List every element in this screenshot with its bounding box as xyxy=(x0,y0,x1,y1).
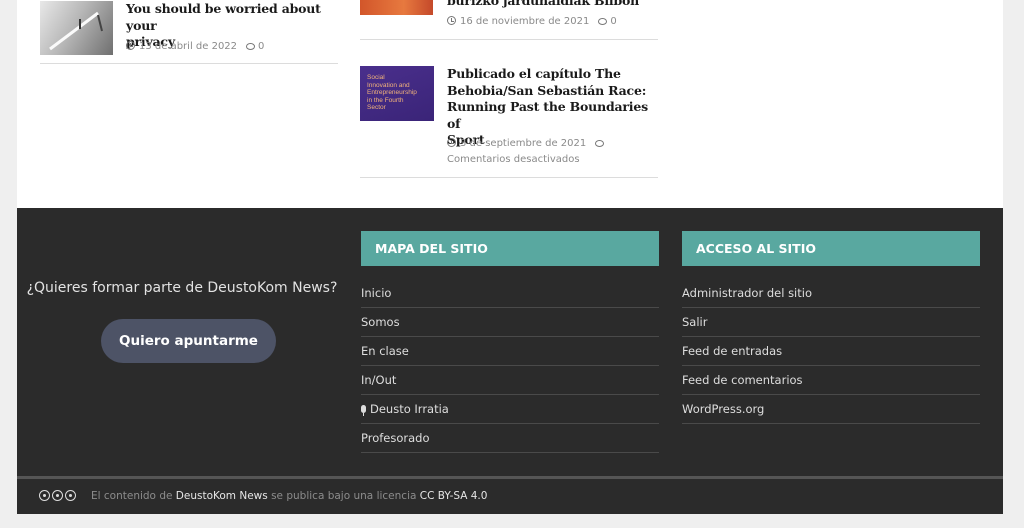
post-comments-status: Comentarios desactivados xyxy=(447,154,580,165)
access-list: Administrador del sitio Salir Feed de en… xyxy=(682,279,980,424)
sitemap-link-inicio[interactable]: Inicio xyxy=(361,279,659,308)
post-separator xyxy=(360,39,658,40)
cc-icon xyxy=(39,490,50,501)
access-link-entries-feed[interactable]: Feed de entradas xyxy=(682,337,980,366)
site-link[interactable]: DeustoKom News xyxy=(176,490,268,502)
post-comment-count[interactable]: 0 xyxy=(610,16,616,27)
post-date: 16 de noviembre de 2021 xyxy=(460,16,590,27)
license-text: El contenido de DeustoKom News se public… xyxy=(91,490,488,502)
thumbnail-graphic xyxy=(49,11,103,51)
post-thumbnail[interactable] xyxy=(360,0,433,15)
access-link-admin[interactable]: Administrador del sitio xyxy=(682,279,980,308)
comment-icon xyxy=(598,18,608,25)
post-date: 3 de septiembre de 2021 xyxy=(460,138,587,149)
post-item-jardunaldiak[interactable]: burizko jardunaldiak Bilbon 16 de noviem… xyxy=(360,0,660,40)
sitemap-link-in-out[interactable]: In/Out xyxy=(361,366,659,395)
creative-commons-icon[interactable] xyxy=(39,490,76,502)
post-date: 13 de abril de 2022 xyxy=(139,41,238,52)
post-title[interactable]: burizko jardunaldiak Bilbon xyxy=(447,0,662,10)
access-link-wordpress[interactable]: WordPress.org xyxy=(682,395,980,424)
thumbnail-book-text: Social Innovation and Entrepreneurship i… xyxy=(367,74,417,111)
post-separator xyxy=(40,63,338,64)
sitemap-link-deusto-irratia[interactable]: Deusto Irratia xyxy=(361,395,659,424)
signup-button[interactable]: Quiero apuntarme xyxy=(101,319,276,363)
sitemap-link-en-clase[interactable]: En clase xyxy=(361,337,659,366)
post-meta: 3 de septiembre de 2021 Comentarios desa… xyxy=(447,136,647,168)
site-footer: ¿Quieres formar parte de DeustoKom News?… xyxy=(17,208,1003,476)
post-item-privacy[interactable]: You should be worried about your privacy… xyxy=(40,0,340,65)
sitemap-link-profesorado[interactable]: Profesorado xyxy=(361,424,659,453)
post-comment-count[interactable]: 0 xyxy=(258,41,264,52)
clock-icon xyxy=(126,41,135,50)
sitemap-link-somos[interactable]: Somos xyxy=(361,308,659,337)
microphone-icon xyxy=(361,405,366,416)
license-link[interactable]: CC BY-SA 4.0 xyxy=(420,490,488,502)
cta-text: ¿Quieres formar parte de DeustoKom News? xyxy=(26,280,338,296)
clock-icon xyxy=(447,16,456,25)
post-thumbnail[interactable] xyxy=(40,1,113,55)
sitemap-list: Inicio Somos En clase In/Out Deusto Irra… xyxy=(361,279,659,453)
comment-icon xyxy=(595,140,605,147)
post-thumbnail[interactable]: Social Innovation and Entrepreneurship i… xyxy=(360,66,434,121)
access-heading: ACCESO AL SITIO xyxy=(682,231,980,266)
post-meta: 13 de abril de 2022 0 xyxy=(126,39,264,55)
sitemap-heading: MAPA DEL SITIO xyxy=(361,231,659,266)
clock-icon xyxy=(447,138,456,147)
post-meta: 16 de noviembre de 2021 0 xyxy=(447,14,617,30)
post-separator xyxy=(360,177,658,178)
content-area: You should be worried about your privacy… xyxy=(17,0,1003,208)
access-link-logout[interactable]: Salir xyxy=(682,308,980,337)
post-item-behobia[interactable]: Social Innovation and Entrepreneurship i… xyxy=(360,65,660,177)
by-icon xyxy=(52,490,63,501)
license-bar: El contenido de DeustoKom News se public… xyxy=(17,479,1003,514)
comment-icon xyxy=(246,43,256,50)
access-link-comments-feed[interactable]: Feed de comentarios xyxy=(682,366,980,395)
sa-icon xyxy=(65,490,76,501)
